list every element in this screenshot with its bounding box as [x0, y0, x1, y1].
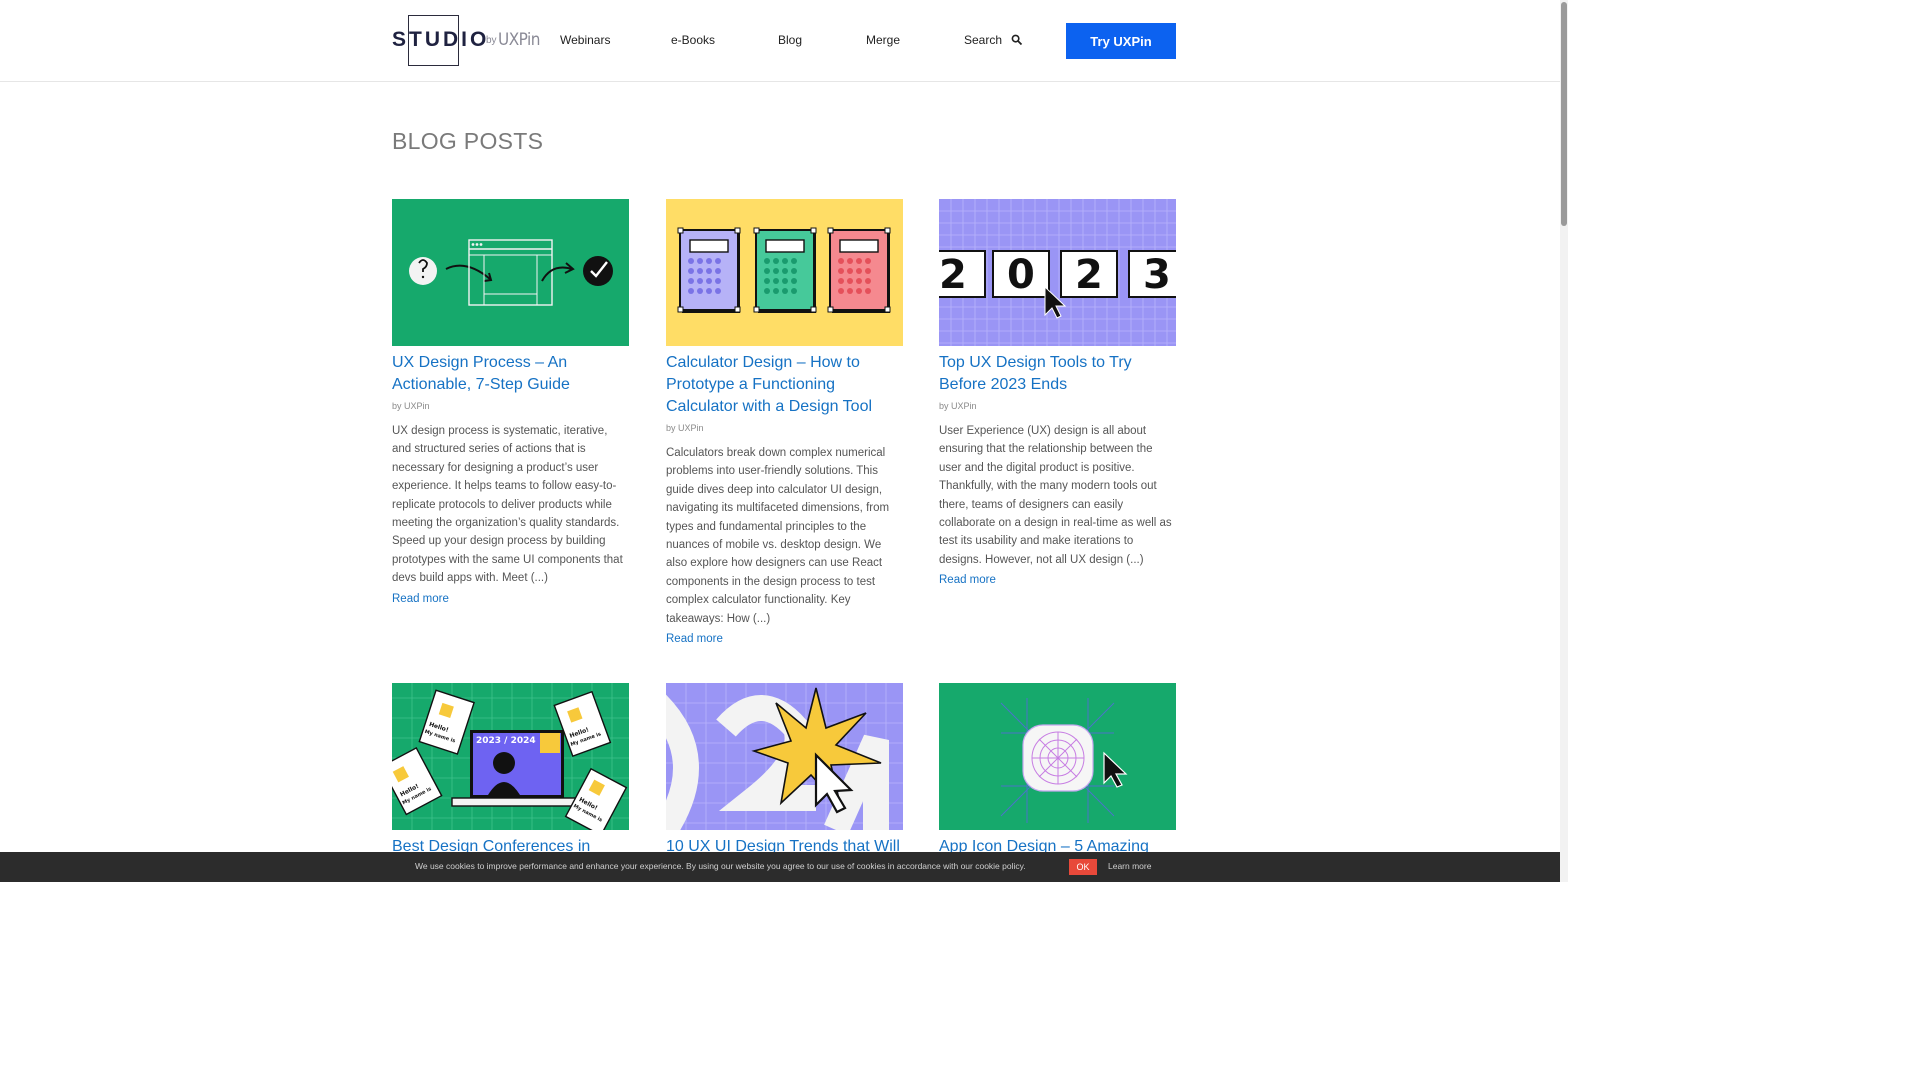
byline-prefix: by [392, 401, 402, 411]
read-more-link[interactable]: Read more [392, 593, 449, 605]
conference-year-text: 2023 / 2024 [476, 736, 536, 746]
year-digit: 3 [1143, 252, 1171, 298]
nav-blog[interactable]: Blog [778, 33, 802, 47]
post-card: Calculator Design – How to Prototype a F… [666, 199, 903, 647]
post-byline: by UXPin [666, 423, 903, 433]
post-thumbnail-design-trends[interactable] [666, 683, 903, 830]
year-digit: 2 [1075, 252, 1103, 298]
post-card: App Icon Design – 5 Amazing [939, 683, 1176, 858]
post-title[interactable]: Top UX Design Tools to Try Before 2023 E… [939, 352, 1176, 396]
read-more-link[interactable]: Read more [939, 574, 996, 586]
post-title[interactable]: UX Design Process – An Actionable, 7-Ste… [392, 352, 629, 396]
byline-prefix: by [939, 401, 949, 411]
nav-merge[interactable]: Merge [866, 33, 900, 47]
cookie-banner: We use cookies to improve performance an… [0, 852, 1560, 882]
nav-webinars[interactable]: Webinars [560, 33, 610, 47]
byline-prefix: by [666, 423, 676, 433]
post-thumbnail-calculator[interactable] [666, 199, 903, 346]
post-card: 2 0 2 3 Top UX Design Tools to Try Befor… [939, 199, 1176, 588]
nav-ebooks[interactable]: e-Books [671, 33, 715, 47]
post-title[interactable]: Calculator Design – How to Prototype a F… [666, 352, 903, 418]
cookie-learn-more-link[interactable]: Learn more [1108, 861, 1151, 871]
post-byline: by UXPin [392, 401, 629, 411]
section-title: BLOG POSTS [392, 128, 544, 154]
post-byline: by UXPin [939, 401, 1176, 411]
logo-by: by [486, 35, 497, 46]
nav-search[interactable]: Search [964, 33, 1002, 47]
logo-uxpin[interactable]: UXPin [498, 30, 540, 50]
post-author[interactable]: UXPin [951, 401, 977, 411]
post-thumbnail-app-icon[interactable] [939, 683, 1176, 830]
post-thumbnail-2023-tools[interactable]: 2 0 2 3 [939, 199, 1176, 346]
post-excerpt: User Experience (UX) design is all about… [939, 425, 1172, 566]
post-author[interactable]: UXPin [678, 423, 704, 433]
read-more-link[interactable]: Read more [666, 633, 723, 645]
cookie-ok-button[interactable]: OK [1069, 859, 1097, 875]
search-icon[interactable] [1011, 34, 1023, 46]
post-card: 10 UX UI Design Trends that Will [666, 683, 903, 858]
scrollbar-thumb[interactable] [1561, 2, 1567, 226]
post-thumbnail-ux-process[interactable] [392, 199, 629, 346]
try-uxpin-button[interactable]: Try UXPin [1066, 23, 1176, 59]
post-card: 2023 / 2024 Hello! My name is Hello! My … [392, 683, 629, 858]
cookie-text: We use cookies to improve performance an… [415, 861, 1026, 871]
post-excerpt: Calculators break down complex numerical… [666, 447, 890, 625]
post-thumbnail-conferences[interactable]: 2023 / 2024 Hello! My name is Hello! My … [392, 683, 629, 830]
year-digit: 0 [1007, 252, 1035, 298]
year-digit: 2 [939, 252, 967, 298]
post-card: UX Design Process – An Actionable, 7-Ste… [392, 199, 629, 607]
post-excerpt: UX design process is systematic, iterati… [392, 425, 623, 585]
post-author[interactable]: UXPin [404, 401, 430, 411]
site-header: STUDIO by UXPin Webinars e-Books Blog Me… [0, 0, 1560, 82]
logo-studio[interactable]: STUDIO [392, 28, 489, 52]
